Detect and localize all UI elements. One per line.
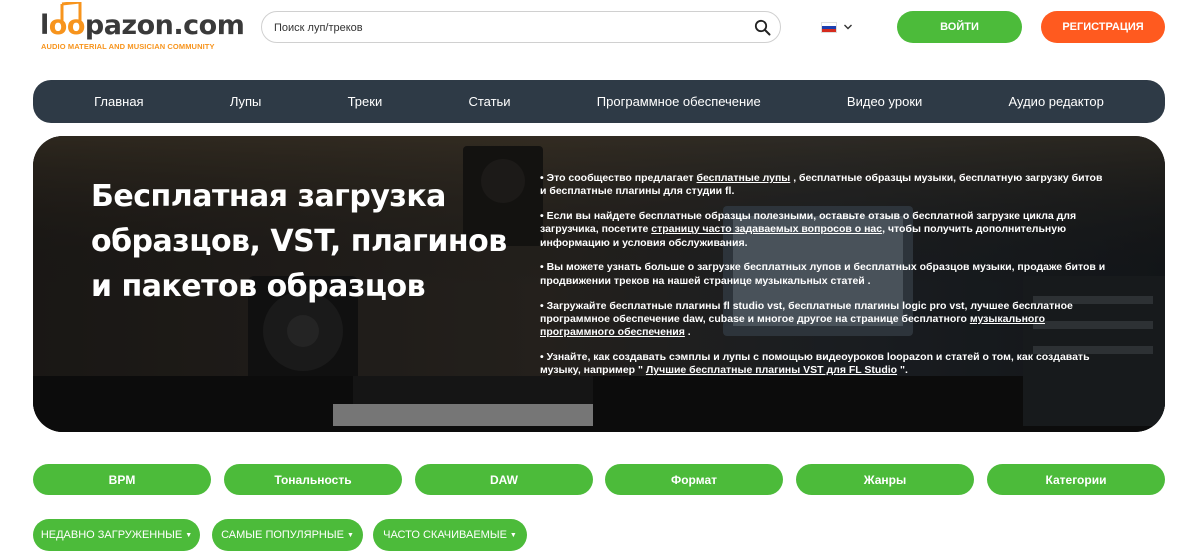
filter-categories-button[interactable]: Категории — [987, 464, 1165, 495]
hero-bullet: • Загружайте бесплатные плагины fl studi… — [540, 299, 1073, 339]
sort-downloaded-button[interactable]: ЧАСТО СКАЧИВАЕМЫЕ ▼ — [373, 519, 527, 551]
filter-genres-button[interactable]: Жанры — [796, 464, 974, 495]
hero-bullet: • Если вы найдете бесплатные образцы пол… — [540, 210, 1077, 249]
chevron-down-icon — [844, 24, 852, 30]
hero-info-list: • Это сообщество предлагает бесплатные л… — [540, 172, 1110, 389]
login-button[interactable]: ВОЙТИ — [897, 11, 1022, 43]
nav-item-home[interactable]: Главная — [94, 94, 143, 109]
caret-down-icon: ▼ — [185, 531, 193, 539]
hero-bullet: • Это сообщество предлагает бесплатные л… — [540, 172, 1103, 198]
nav-item-video-lessons[interactable]: Видео уроки — [847, 94, 922, 109]
register-button[interactable]: РЕГИСТРАЦИЯ — [1041, 11, 1165, 43]
caret-down-icon: ▼ — [346, 531, 354, 539]
filter-bpm-button[interactable]: BPM — [33, 464, 211, 495]
caret-down-icon: ▼ — [509, 531, 517, 539]
hero-bullet: • Вы можете узнать больше о загрузке бес… — [540, 261, 1106, 287]
hero-banner: Бесплатная загрузка образцов, VST, плаги… — [33, 136, 1165, 432]
site-logo[interactable]: loopazon.com AUDIO MATERIAL AND MUSICIAN… — [40, 2, 245, 54]
best-vst-plugins-link[interactable]: Лучшие бесплатные плагины VST для FL Stu… — [646, 364, 897, 376]
hero-bullet: • Узнайте, как создавать сэмплы и лупы с… — [540, 350, 1090, 377]
filter-key-button[interactable]: Тональность — [224, 464, 402, 495]
filter-bar: BPM Тональность DAW Формат Жанры Категор… — [33, 464, 1165, 495]
nav-item-articles[interactable]: Статьи — [468, 94, 510, 109]
nav-item-audio-editor[interactable]: Аудио редактор — [1009, 94, 1104, 109]
main-nav: Главная Лупы Треки Статьи Программное об… — [33, 80, 1165, 123]
search-bar[interactable] — [261, 11, 781, 43]
nav-item-loops[interactable]: Лупы — [230, 94, 262, 109]
search-input[interactable] — [274, 18, 744, 38]
filter-format-button[interactable]: Формат — [605, 464, 783, 495]
sort-popular-button[interactable]: САМЫЕ ПОПУЛЯРНЫЕ ▼ — [212, 519, 363, 551]
russia-flag-icon — [821, 22, 837, 33]
nav-item-software[interactable]: Программное обеспечение — [597, 94, 761, 109]
search-icon[interactable] — [754, 19, 771, 36]
hero-title: Бесплатная загрузка образцов, VST, плаги… — [91, 179, 507, 304]
free-loops-link[interactable]: бесплатные лупы — [697, 172, 791, 184]
nav-item-tracks[interactable]: Треки — [348, 94, 383, 109]
sort-recent-button[interactable]: НЕДАВНО ЗАГРУЖЕННЫЕ ▼ — [33, 519, 200, 551]
faq-link[interactable]: страницу часто задаваемых вопросов о нас — [651, 223, 882, 235]
logo-tagline: AUDIO MATERIAL AND MUSICIAN COMMUNITY — [41, 42, 215, 51]
music-note-icon — [60, 2, 82, 24]
filter-daw-button[interactable]: DAW — [415, 464, 593, 495]
language-selector[interactable] — [821, 21, 857, 35]
